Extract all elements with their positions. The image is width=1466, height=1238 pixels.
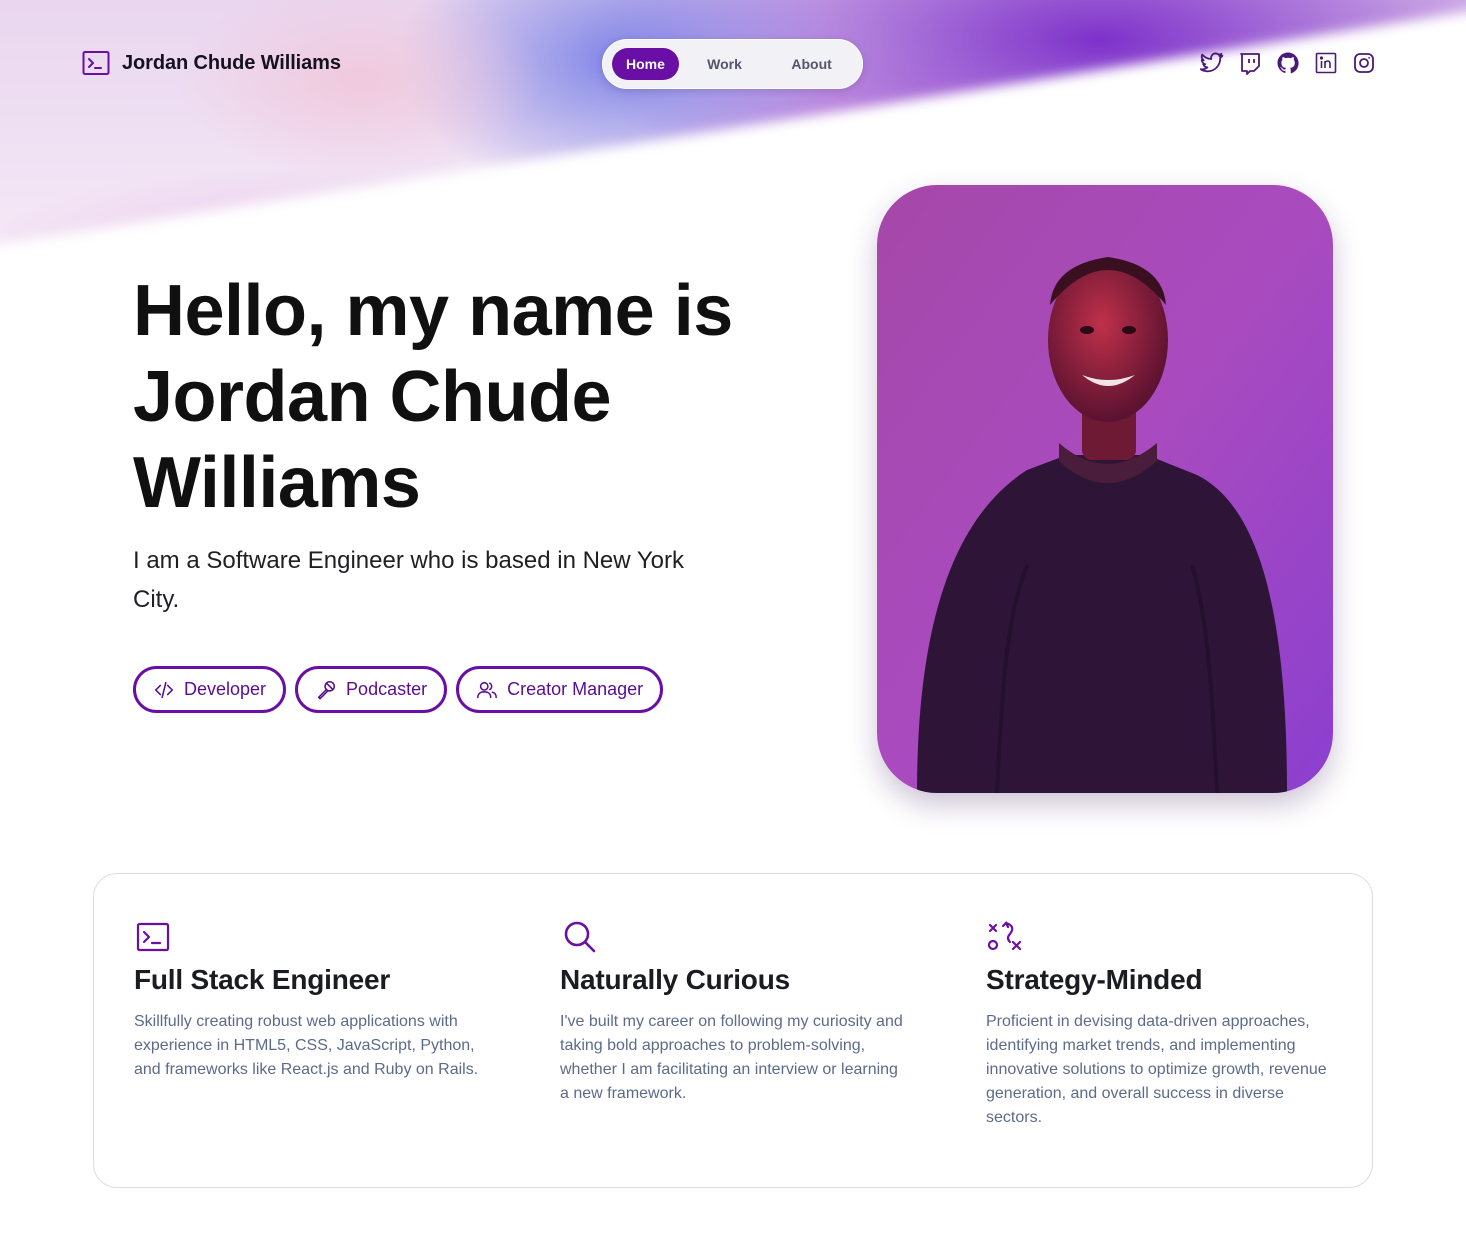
chip-label: Developer — [184, 679, 267, 699]
brand[interactable]: Jordan Chude Williams — [82, 50, 341, 76]
code-icon — [153, 679, 175, 701]
social-links — [1200, 51, 1376, 75]
role-chips: Developer Podcaster Creator Manager — [133, 666, 664, 713]
chip-developer[interactable]: Developer — [133, 666, 287, 713]
feature-naturally-curious: Naturally Curious I've built my career o… — [560, 918, 920, 1106]
magnifier-icon — [560, 918, 598, 956]
site-header: Jordan Chude Williams Home Work About — [0, 0, 1466, 130]
feature-text: Skillfully creating robust web applicati… — [134, 1013, 479, 1078]
chip-creator-manager[interactable]: Creator Manager — [456, 666, 664, 713]
github-icon[interactable] — [1276, 51, 1300, 75]
profile-photo — [877, 185, 1333, 793]
twitter-icon[interactable] — [1200, 51, 1224, 75]
features-card: Full Stack Engineer Skillfully creating … — [93, 873, 1373, 1188]
strategy-icon — [986, 918, 1024, 956]
main-nav: Home Work About — [602, 39, 863, 89]
hero-subtitle: I am a Software Engineer who is based in… — [133, 547, 684, 613]
instagram-icon[interactable] — [1352, 51, 1376, 75]
twitch-icon[interactable] — [1238, 51, 1262, 75]
hero-title: Hello, my name is Jordan Chude Williams — [133, 271, 733, 523]
feature-text: Proficient in devising data-driven appro… — [986, 1013, 1327, 1126]
feature-text: I've built my career on following my cur… — [560, 1013, 903, 1102]
chip-label: Creator Manager — [507, 679, 644, 699]
microphone-icon — [315, 679, 337, 701]
chip-podcaster[interactable]: Podcaster — [295, 666, 448, 713]
linkedin-icon[interactable] — [1314, 51, 1338, 75]
feature-full-stack: Full Stack Engineer Skillfully creating … — [134, 918, 494, 1082]
users-icon — [476, 679, 498, 701]
brand-name: Jordan Chude Williams — [122, 51, 341, 74]
terminal-icon — [82, 50, 110, 76]
nav-work[interactable]: Work — [687, 48, 762, 80]
chip-label: Podcaster — [346, 679, 428, 699]
nav-home[interactable]: Home — [612, 48, 679, 80]
terminal-icon — [134, 918, 172, 956]
feature-title: Naturally Curious — [560, 964, 790, 995]
feature-title: Full Stack Engineer — [134, 964, 391, 995]
nav-about[interactable]: About — [770, 48, 853, 80]
feature-strategy-minded: Strategy-Minded Proficient in devising d… — [986, 918, 1346, 1130]
feature-title: Strategy-Minded — [986, 964, 1203, 995]
